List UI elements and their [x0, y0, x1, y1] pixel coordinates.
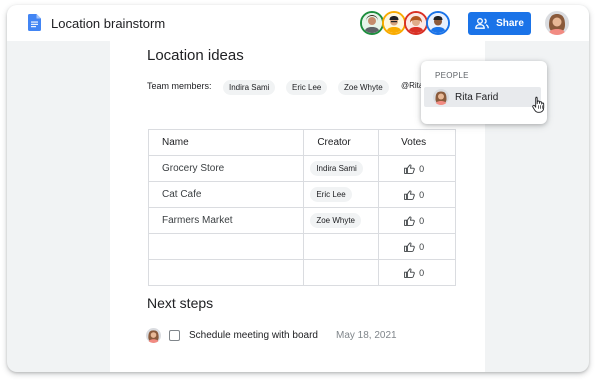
- people-suggestion-item[interactable]: Rita Farid: [424, 87, 541, 107]
- vote-count: 0: [419, 163, 425, 174]
- person-name: Rita Farid: [455, 92, 499, 103]
- cell-votes[interactable]: 0: [378, 233, 456, 260]
- thumbs-up-icon[interactable]: [404, 163, 415, 174]
- person-avatar: [433, 89, 449, 105]
- task-text[interactable]: Schedule meeting with board: [189, 330, 318, 341]
- people-suggestion-popup: PEOPLE Rita Farid: [421, 61, 547, 124]
- docs-icon[interactable]: [28, 14, 41, 31]
- vote-count: 0: [419, 189, 425, 200]
- person-chip[interactable]: Eric Lee: [310, 187, 352, 202]
- cell-creator[interactable]: [303, 233, 380, 260]
- document-title[interactable]: Location brainstorm: [51, 16, 165, 31]
- column-header-creator[interactable]: Creator: [303, 129, 380, 156]
- table-row: Cat Cafe Eric Lee 0: [147, 181, 456, 208]
- next-steps-heading[interactable]: Next steps: [147, 295, 213, 311]
- column-header-votes[interactable]: Votes: [378, 129, 456, 156]
- share-label: Share: [496, 18, 524, 29]
- table-row: 0: [147, 233, 456, 260]
- cell-creator[interactable]: Indira Sami: [303, 155, 380, 182]
- hand-cursor-icon: [532, 96, 545, 113]
- assignee-avatar[interactable]: [146, 328, 161, 343]
- table-row: Grocery Store Indira Sami 0: [147, 155, 456, 182]
- vote-count: 0: [419, 215, 425, 226]
- cell-name[interactable]: [147, 233, 305, 260]
- top-bar: Location brainstorm Share: [7, 5, 589, 41]
- cell-name[interactable]: Grocery Store: [147, 155, 305, 182]
- thumbs-up-icon[interactable]: [404, 189, 415, 200]
- cell-votes[interactable]: 0: [378, 259, 456, 286]
- thumbs-up-icon[interactable]: [404, 267, 415, 278]
- cell-votes[interactable]: 0: [378, 207, 456, 234]
- team-members-label: Team members:: [147, 81, 212, 91]
- account-avatar[interactable]: [545, 11, 569, 35]
- vote-count: 0: [419, 267, 425, 278]
- person-chip[interactable]: Zoe Whyte: [310, 213, 362, 228]
- collaborator-avatar[interactable]: [404, 11, 428, 35]
- cell-name[interactable]: Cat Cafe: [147, 181, 305, 208]
- cell-creator[interactable]: Eric Lee: [303, 181, 380, 208]
- people-section-header: PEOPLE: [435, 71, 469, 80]
- cell-votes[interactable]: 0: [378, 181, 456, 208]
- share-button[interactable]: Share: [468, 12, 531, 35]
- table-row: 0: [147, 259, 456, 286]
- mention-input[interactable]: @Rita: [401, 81, 423, 90]
- cell-creator[interactable]: Zoe Whyte: [303, 207, 380, 234]
- person-chip[interactable]: Zoe Whyte: [338, 80, 389, 95]
- column-header-name[interactable]: Name: [147, 129, 305, 156]
- person-chip[interactable]: Indira Sami: [223, 80, 276, 95]
- cell-name[interactable]: Farmers Market: [147, 207, 305, 234]
- cell-name[interactable]: [147, 259, 305, 286]
- table-header-row: Name Creator Votes: [147, 129, 456, 156]
- thumbs-up-icon[interactable]: [404, 241, 415, 252]
- collaborator-avatar[interactable]: [382, 11, 406, 35]
- table-row: Farmers Market Zoe Whyte 0: [147, 207, 456, 234]
- collaborator-avatar[interactable]: [426, 11, 450, 35]
- person-chip[interactable]: Indira Sami: [310, 161, 363, 176]
- add-people-icon: [475, 18, 489, 29]
- collaborator-avatar[interactable]: [360, 11, 384, 35]
- page-heading[interactable]: Location ideas: [147, 47, 244, 64]
- task-checkbox[interactable]: [169, 330, 180, 341]
- location-table: Name Creator Votes Grocery Store Indira …: [147, 129, 456, 286]
- person-chip[interactable]: Eric Lee: [286, 80, 328, 95]
- cell-votes[interactable]: 0: [378, 155, 456, 182]
- cell-creator[interactable]: [303, 259, 380, 286]
- vote-count: 0: [419, 241, 425, 252]
- thumbs-up-icon[interactable]: [404, 215, 415, 226]
- task-date[interactable]: May 18, 2021: [336, 330, 397, 341]
